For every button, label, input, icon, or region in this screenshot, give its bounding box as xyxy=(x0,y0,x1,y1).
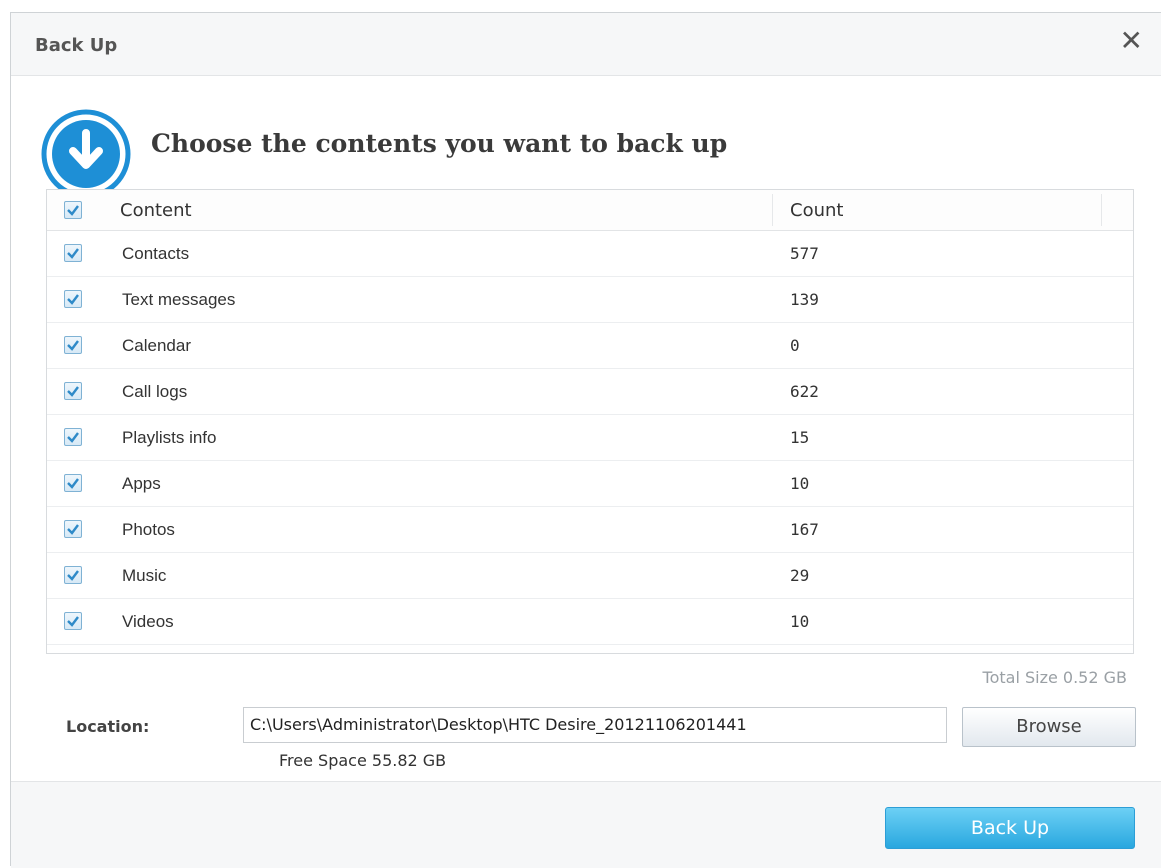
location-input[interactable]: C:\Users\Administrator\Desktop\HTC Desir… xyxy=(243,707,947,743)
row-content-label: Playlists info xyxy=(122,428,217,447)
row-count: 0 xyxy=(790,336,800,355)
row-content-label: Contacts xyxy=(122,244,190,263)
row-count: 167 xyxy=(790,520,819,539)
table-row[interactable]: Playlists info 15 xyxy=(47,414,1133,461)
download-arrow-icon xyxy=(41,109,131,199)
row-count: 10 xyxy=(790,474,810,493)
table-row[interactable]: Call logs 622 xyxy=(47,368,1133,415)
row-count: 622 xyxy=(790,382,819,401)
column-divider xyxy=(772,194,773,226)
free-space: Free Space 55.82 GB xyxy=(279,751,447,770)
row-content-label: Call logs xyxy=(122,382,188,401)
back-up-button[interactable]: Back Up xyxy=(885,807,1135,849)
dialog-title: Back Up xyxy=(35,35,118,56)
table-row[interactable]: Photos 167 xyxy=(47,506,1133,553)
row-count: 577 xyxy=(790,244,819,263)
row-content-label: Videos xyxy=(122,612,174,631)
row-checkbox[interactable] xyxy=(64,244,82,262)
location-label: Location: xyxy=(66,717,150,736)
total-size: Total Size 0.52 GB xyxy=(982,668,1127,687)
checkmark-icon xyxy=(67,478,79,489)
table-row[interactable]: Text messages 139 xyxy=(47,276,1133,323)
row-content-label: Apps xyxy=(122,474,161,493)
title-bar: Back Up ✕ xyxy=(11,13,1161,76)
checkmark-icon xyxy=(67,294,79,305)
row-checkbox[interactable] xyxy=(64,428,82,446)
row-checkbox[interactable] xyxy=(64,566,82,584)
row-content-label: Text messages xyxy=(122,290,236,309)
select-all-checkbox[interactable] xyxy=(64,201,82,219)
row-content-label: Calendar xyxy=(122,336,191,355)
checkmark-icon xyxy=(67,616,79,627)
row-checkbox[interactable] xyxy=(64,290,82,308)
browse-button[interactable]: Browse xyxy=(962,707,1136,747)
table-row[interactable]: Contacts 577 xyxy=(47,230,1133,277)
checkmark-icon xyxy=(67,524,79,535)
checkmark-icon xyxy=(67,248,79,259)
table-header: Content Count xyxy=(47,190,1133,231)
row-checkbox[interactable] xyxy=(64,474,82,492)
table-row[interactable]: Videos 10 xyxy=(47,598,1133,645)
checkmark-icon xyxy=(67,205,79,216)
row-checkbox[interactable] xyxy=(64,612,82,630)
backup-dialog: Back Up ✕ Choose the contents you want t… xyxy=(10,12,1161,868)
row-count: 10 xyxy=(790,612,810,631)
column-header-content[interactable]: Content xyxy=(120,200,192,221)
row-checkbox[interactable] xyxy=(64,336,82,354)
table-row[interactable]: Calendar 0 xyxy=(47,322,1133,369)
row-content-label: Photos xyxy=(122,520,175,539)
table-row[interactable]: Music 29 xyxy=(47,552,1133,599)
column-header-count[interactable]: Count xyxy=(790,200,843,221)
row-checkbox[interactable] xyxy=(64,520,82,538)
row-count: 29 xyxy=(790,566,810,585)
checkmark-icon xyxy=(67,386,79,397)
row-count: 15 xyxy=(790,428,810,447)
checkmark-icon xyxy=(67,432,79,443)
page-heading: Choose the contents you want to back up xyxy=(151,129,728,158)
checkmark-icon xyxy=(67,340,79,351)
close-icon[interactable]: ✕ xyxy=(1120,27,1143,55)
row-count: 139 xyxy=(790,290,819,309)
checkmark-icon xyxy=(67,570,79,581)
content-table: Content Count Contacts 577 Text messages… xyxy=(46,189,1134,654)
row-content-label: Music xyxy=(122,566,167,585)
table-row[interactable]: Apps 10 xyxy=(47,460,1133,507)
row-checkbox[interactable] xyxy=(64,382,82,400)
column-divider xyxy=(1101,194,1102,226)
